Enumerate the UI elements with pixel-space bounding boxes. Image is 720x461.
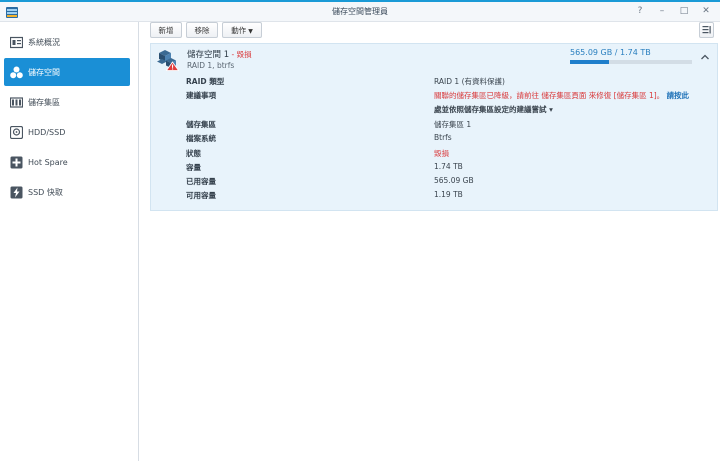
volume-title: 儲存空間 1 - 毀損 (187, 48, 252, 60)
sidebar-item-label: HDD/SSD (28, 127, 66, 137)
suggestion-text-part: 關聯的儲存集區已降級，請前往 儲存集區頁面 來修復 [儲存集區 1]。 (434, 91, 665, 100)
hdd-icon (10, 125, 23, 139)
detail-label: 可用容量 (186, 191, 216, 200)
suggestion-text: 關聯的儲存集區已降級，請前往 儲存集區頁面 來修復 [儲存集區 1]。 請按此 (434, 90, 689, 101)
detail-label: 檔案系統 (186, 134, 216, 143)
sidebar-item-hot-spare[interactable]: Hot Spare (4, 148, 130, 176)
volume-usage-bar (570, 60, 692, 64)
detail-value: 1.19 TB (434, 190, 463, 199)
caret-down-icon: ▼ (248, 28, 253, 35)
chevron-up-icon[interactable] (700, 52, 710, 62)
volume-usage-fill (570, 60, 609, 64)
sidebar-item-label: 儲存空間 (28, 67, 60, 77)
sidebar-item-overview[interactable]: 系統概況 (4, 28, 130, 56)
volume-status-badge: 毀損 (236, 50, 252, 59)
sidebar: 系統概況 儲存空間 儲存集區 HDD/SSD Hot Spare SSD 快取 (0, 22, 139, 461)
list-view-icon (702, 26, 711, 34)
storage-pool-icon (10, 96, 23, 108)
view-options-button[interactable] (699, 22, 714, 38)
volume-subtitle: RAID 1, btrfs (187, 61, 235, 70)
volume-name: 儲存空間 1 (187, 50, 230, 60)
sidebar-item-label: 儲存集區 (28, 97, 60, 107)
sidebar-item-label: SSD 快取 (28, 187, 63, 197)
volume-warning-icon (157, 50, 179, 71)
ssd-cache-icon (10, 186, 23, 198)
detail-value: 565.09 GB (434, 176, 474, 185)
sidebar-item-label: Hot Spare (28, 157, 68, 167)
detail-label: 建議事項 (186, 91, 216, 100)
detail-label: 容量 (186, 163, 201, 172)
toolbar: 新增 移除 動作 ▼ (150, 22, 720, 42)
help-button[interactable]: ? (634, 5, 646, 18)
sidebar-item-hdd-ssd[interactable]: HDD/SSD (4, 118, 130, 146)
action-button-label: 動作 (231, 26, 247, 35)
hot-spare-icon (10, 156, 23, 168)
sidebar-item-ssd-cache[interactable]: SSD 快取 (4, 178, 130, 206)
volume-panel[interactable]: 儲存空間 1 - 毀損 RAID 1, btrfs 565.09 GB / 1.… (150, 43, 718, 211)
volume-usage-text: 565.09 GB / 1.74 TB (570, 48, 651, 57)
detail-value: 1.74 TB (434, 162, 463, 171)
window-titlebar: 儲存空間管理員 ? – □ ✕ (0, 0, 720, 22)
create-button[interactable]: 新增 (150, 22, 182, 38)
overview-icon (10, 36, 23, 48)
sidebar-item-pool[interactable]: 儲存集區 (4, 88, 130, 116)
sidebar-item-volume[interactable]: 儲存空間 (4, 58, 130, 86)
maximize-button[interactable]: □ (678, 5, 690, 18)
detail-label: RAID 類型 (186, 77, 225, 86)
detail-label: 已用容量 (186, 177, 216, 186)
status-value: 毀損 (434, 149, 449, 158)
detail-value: 儲存集區 1 (434, 120, 472, 129)
suggestion-link-continued[interactable]: 處並依照儲存集區設定的建議嘗試 ▾ (434, 104, 553, 115)
window-controls: ? – □ ✕ (634, 5, 712, 18)
detail-label: 狀態 (186, 149, 201, 158)
detail-label: 儲存集區 (186, 120, 216, 129)
volume-status-separator: - (229, 50, 237, 59)
storage-volume-icon (10, 66, 23, 78)
close-button[interactable]: ✕ (700, 5, 712, 18)
suggestion-link[interactable]: 請按此 (667, 91, 690, 100)
minimize-button[interactable]: – (656, 5, 668, 18)
window-title: 儲存空間管理員 (332, 7, 388, 16)
remove-button[interactable]: 移除 (186, 22, 218, 38)
action-dropdown-button[interactable]: 動作 ▼ (222, 22, 262, 38)
detail-value: Btrfs (434, 133, 452, 142)
sidebar-item-label: 系統概況 (28, 37, 60, 47)
detail-value: RAID 1 (有資料保護) (434, 77, 505, 86)
